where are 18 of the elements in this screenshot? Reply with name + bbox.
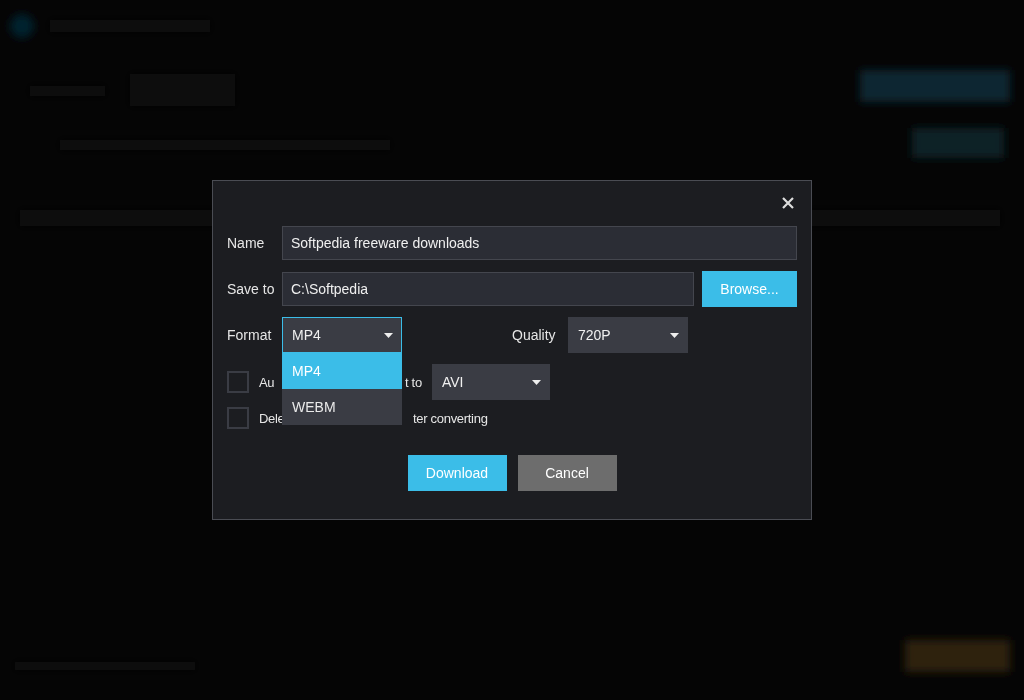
checkbox[interactable] xyxy=(227,371,249,393)
field-label: Quality xyxy=(512,327,557,343)
checkbox[interactable] xyxy=(227,407,249,429)
text-field[interactable]: Softpedia freeware downloads xyxy=(282,226,797,260)
field-label: Save to xyxy=(227,281,276,297)
caret-icon xyxy=(531,379,541,385)
caret-icon xyxy=(384,332,393,338)
cancel-button[interactable]: Cancel xyxy=(517,455,617,491)
checkbox-label: ter converting xyxy=(413,410,488,426)
caret-icon xyxy=(670,332,679,338)
checkbox-label: t to xyxy=(405,374,422,390)
checkbox-label: Au xyxy=(259,374,275,390)
field-label: Format xyxy=(227,327,273,343)
close-icon[interactable] xyxy=(782,197,794,209)
quality-dropdown[interactable]: 720P xyxy=(568,317,688,353)
field-label: Name xyxy=(227,235,266,251)
text-field[interactable]: C:\Softpedia xyxy=(282,272,694,306)
convert-format-dropdown[interactable]: AVI xyxy=(431,364,550,400)
